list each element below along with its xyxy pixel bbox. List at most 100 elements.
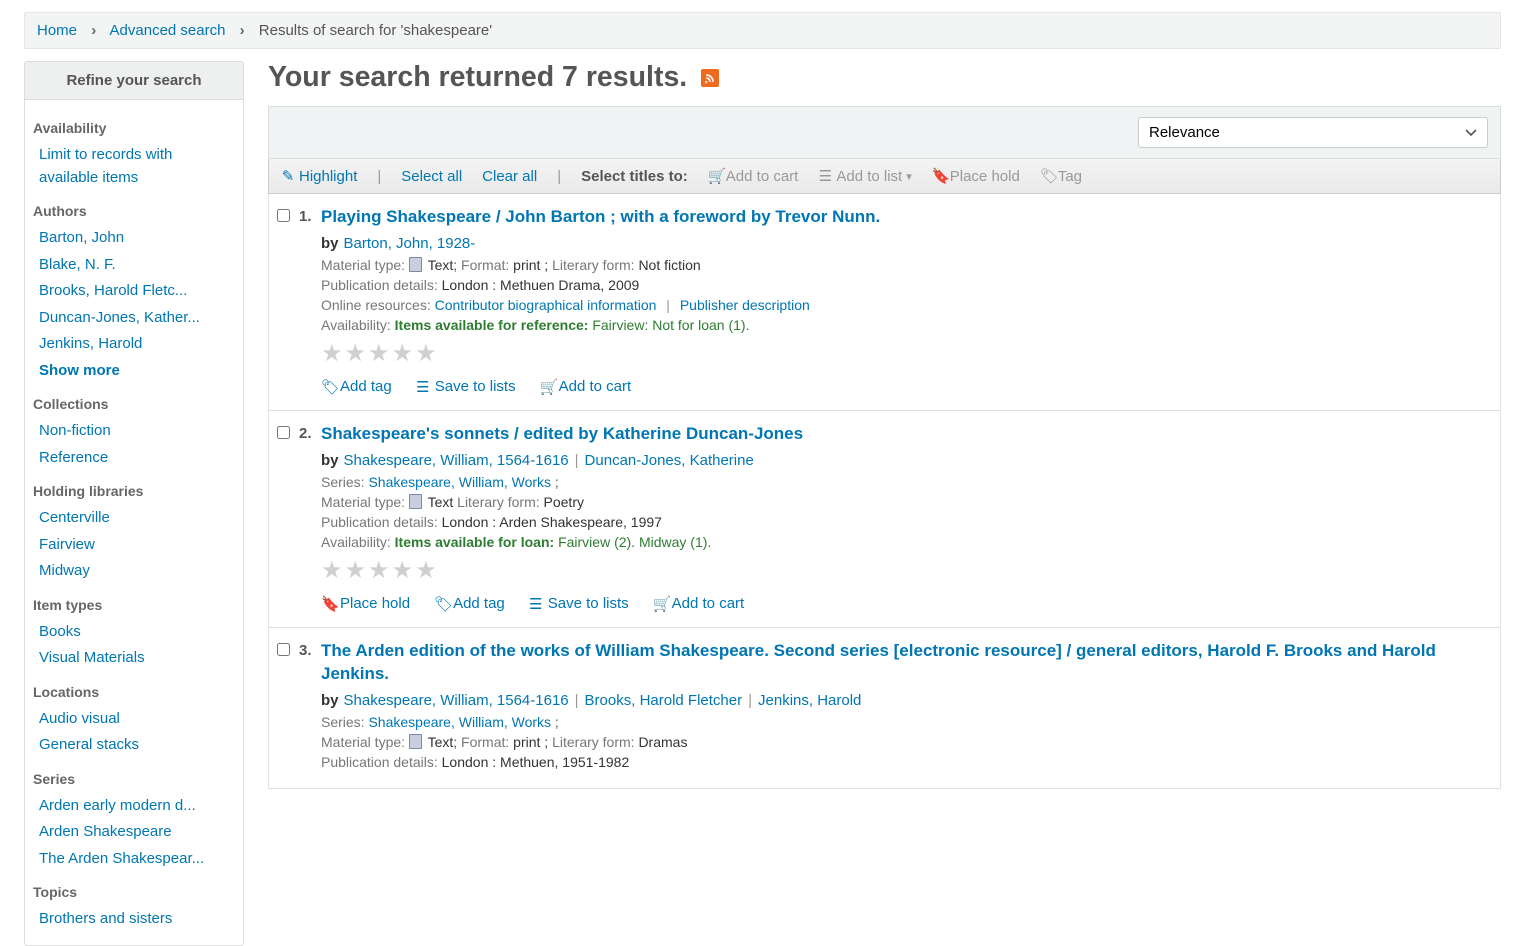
text-type-icon bbox=[409, 257, 422, 272]
select-titles-label: Select titles to: bbox=[581, 168, 688, 185]
add-to-cart-button[interactable]: 🛒 Add to cart bbox=[708, 167, 799, 185]
material-type-line: Material type: Text; Format: print ; Lit… bbox=[321, 257, 1488, 273]
facet-item[interactable]: Midway bbox=[39, 562, 90, 579]
text-type-icon bbox=[409, 494, 422, 509]
results-toolbar: ✎ Highlight | Select all Clear all | Sel… bbox=[268, 159, 1501, 194]
results-heading-text: Your search returned 7 results. bbox=[268, 61, 687, 94]
author-link[interactable]: Barton, John, 1928- bbox=[344, 235, 476, 252]
facet-item[interactable]: Limit to records with available items bbox=[39, 146, 172, 186]
material-type-line: Material type: Text; Format: print ; Lit… bbox=[321, 734, 1488, 750]
author-link[interactable]: Jenkins, Harold bbox=[758, 692, 861, 709]
refine-sidebar: Refine your search AvailabilityLimit to … bbox=[24, 61, 244, 946]
facet-label: Series bbox=[25, 761, 243, 791]
tag-icon: 🏷 bbox=[1040, 167, 1054, 185]
publication-line: Publication details: London : Methuen Dr… bbox=[321, 277, 1488, 293]
facet-item[interactable]: Jenkins, Harold bbox=[39, 335, 142, 352]
author-link[interactable]: Shakespeare, William, 1564-1616 bbox=[344, 452, 569, 469]
facet-item[interactable]: Non-fiction bbox=[39, 422, 111, 439]
facet-item[interactable]: Duncan-Jones, Kather... bbox=[39, 309, 200, 326]
add-to-cart-action[interactable]: 🛒Add to cart bbox=[653, 595, 745, 613]
pencil-icon: ✎ bbox=[281, 167, 295, 185]
breadcrumb-home[interactable]: Home bbox=[37, 22, 77, 39]
results-column: Your search returned 7 results. Relevanc… bbox=[268, 61, 1501, 946]
author-link[interactable]: Shakespeare, William, 1564-1616 bbox=[344, 692, 569, 709]
facet-item[interactable]: Reference bbox=[39, 449, 108, 466]
by-label: by bbox=[321, 452, 339, 469]
clear-all-link[interactable]: Clear all bbox=[482, 168, 537, 185]
breadcrumb-advanced-search[interactable]: Advanced search bbox=[110, 22, 226, 39]
facet-label: Holding libraries bbox=[25, 473, 243, 503]
add-to-list-button[interactable]: ☰ Add to list ▾ bbox=[818, 167, 911, 185]
facet-item[interactable]: Brothers and sisters bbox=[39, 910, 172, 927]
facet-label: Topics bbox=[25, 874, 243, 904]
availability-line: Availability: Items available for refere… bbox=[321, 317, 1488, 333]
facet-label: Collections bbox=[25, 386, 243, 416]
material-type-line: Material type: Text Literary form: Poetr… bbox=[321, 494, 1488, 510]
online-resource-link[interactable]: Publisher description bbox=[680, 297, 810, 313]
breadcrumb: Home › Advanced search › Results of sear… bbox=[24, 12, 1501, 49]
facet-item[interactable]: Arden Shakespeare bbox=[39, 823, 172, 840]
facet-item[interactable]: Fairview bbox=[39, 536, 95, 553]
sort-bar: Relevance bbox=[268, 106, 1501, 159]
tag-button[interactable]: 🏷 Tag bbox=[1040, 167, 1082, 185]
save-to-lists-action[interactable]: ☰Save to lists bbox=[529, 595, 629, 613]
breadcrumb-current: Results of search for 'shakespeare' bbox=[259, 22, 492, 39]
highlight-toggle[interactable]: ✎ Highlight bbox=[281, 167, 357, 185]
facet-item[interactable]: Centerville bbox=[39, 509, 110, 526]
save-to-lists-action[interactable]: ☰Save to lists bbox=[416, 378, 516, 396]
facet-item[interactable]: Barton, John bbox=[39, 229, 124, 246]
facet-label: Locations bbox=[25, 674, 243, 704]
result-checkbox[interactable] bbox=[277, 426, 290, 439]
text-type-icon bbox=[409, 734, 422, 749]
facet-item[interactable]: Arden early modern d... bbox=[39, 797, 196, 814]
chevron-down-icon: ▾ bbox=[906, 170, 912, 183]
facet-label: Authors bbox=[25, 193, 243, 223]
author-link[interactable]: Duncan-Jones, Katherine bbox=[585, 452, 754, 469]
facet-item[interactable]: Books bbox=[39, 623, 81, 640]
rating-stars[interactable]: ★★★★★ bbox=[321, 556, 1488, 585]
publication-line: Publication details: London : Methuen, 1… bbox=[321, 754, 1488, 770]
add-tag-action[interactable]: 🏷Add tag bbox=[434, 595, 505, 613]
facet-item[interactable]: Blake, N. F. bbox=[39, 256, 116, 273]
facet-item[interactable]: The Arden Shakespear... bbox=[39, 850, 204, 867]
facet-label: Item types bbox=[25, 587, 243, 617]
result-row: 1.Playing Shakespeare / John Barton ; wi… bbox=[269, 194, 1500, 411]
result-number: 1. bbox=[299, 206, 321, 225]
results-list: 1.Playing Shakespeare / John Barton ; wi… bbox=[268, 194, 1501, 789]
cart-icon: 🛒 bbox=[708, 167, 722, 185]
series-link[interactable]: Shakespeare, William, Works bbox=[368, 474, 551, 490]
result-title[interactable]: Playing Shakespeare / John Barton ; with… bbox=[321, 206, 1488, 229]
add-to-cart-action[interactable]: 🛒Add to cart bbox=[540, 378, 632, 396]
facet-show-more[interactable]: Show more bbox=[39, 362, 120, 379]
list-icon: ☰ bbox=[818, 167, 832, 185]
add-tag-action[interactable]: 🏷Add tag bbox=[321, 378, 392, 396]
rating-stars[interactable]: ★★★★★ bbox=[321, 339, 1488, 368]
result-row: 2.Shakespeare's sonnets / edited by Kath… bbox=[269, 411, 1500, 628]
result-checkbox[interactable] bbox=[277, 643, 290, 656]
results-heading: Your search returned 7 results. bbox=[268, 61, 1501, 94]
result-number: 3. bbox=[299, 640, 321, 659]
by-label: by bbox=[321, 692, 339, 709]
author-link[interactable]: Brooks, Harold Fletcher bbox=[585, 692, 743, 709]
result-checkbox[interactable] bbox=[277, 209, 290, 222]
sort-select[interactable]: Relevance bbox=[1138, 117, 1488, 148]
result-number: 2. bbox=[299, 423, 321, 442]
place-hold-button[interactable]: 🔖 Place hold bbox=[932, 167, 1020, 185]
breadcrumb-sep: › bbox=[91, 22, 96, 39]
facet-item[interactable]: Brooks, Harold Fletc... bbox=[39, 282, 187, 299]
result-title[interactable]: Shakespeare's sonnets / edited by Kather… bbox=[321, 423, 1488, 446]
select-all-link[interactable]: Select all bbox=[401, 168, 462, 185]
result-row: 3.The Arden edition of the works of Will… bbox=[269, 628, 1500, 789]
series-link[interactable]: Shakespeare, William, Works bbox=[368, 714, 551, 730]
facet-item[interactable]: Visual Materials bbox=[39, 649, 145, 666]
place-hold-action[interactable]: 🔖Place hold bbox=[321, 595, 410, 613]
publication-line: Publication details: London : Arden Shak… bbox=[321, 514, 1488, 530]
online-resource-link[interactable]: Contributor biographical information bbox=[435, 297, 657, 313]
facet-label: Availability bbox=[25, 110, 243, 140]
rss-icon[interactable] bbox=[701, 69, 719, 87]
facet-item[interactable]: Audio visual bbox=[39, 710, 120, 727]
facet-item[interactable]: General stacks bbox=[39, 736, 139, 753]
result-title[interactable]: The Arden edition of the works of Willia… bbox=[321, 640, 1488, 686]
breadcrumb-sep: › bbox=[240, 22, 245, 39]
online-resources-line: Online resources: Contributor biographic… bbox=[321, 297, 1488, 313]
